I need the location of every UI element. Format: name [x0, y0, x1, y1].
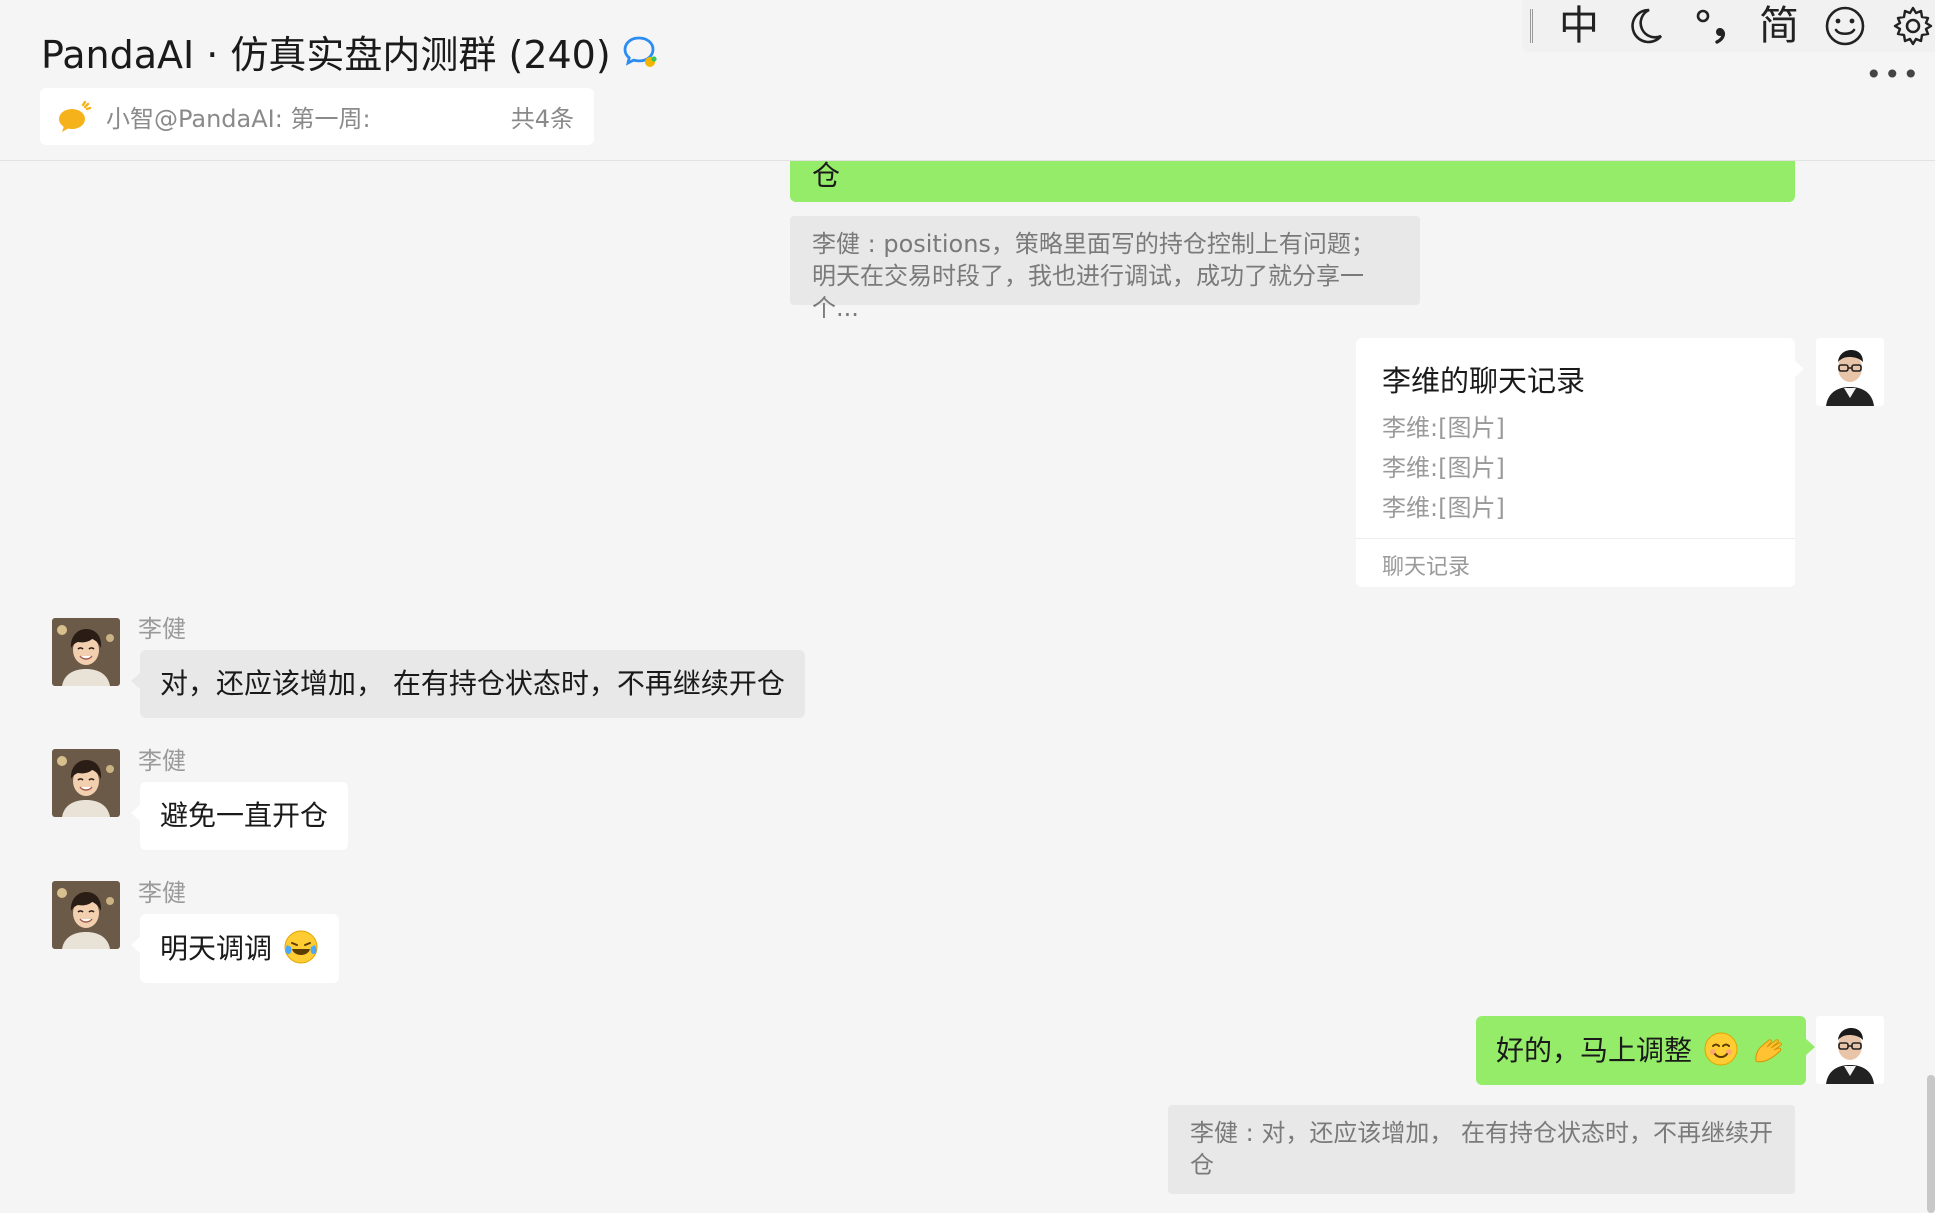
incoming-message-bubble[interactable]: 明天调调	[131, 914, 339, 983]
scrollbar[interactable]	[1927, 1075, 1935, 1213]
outgoing-message-bubble[interactable]: 好的，马上调整	[1476, 1016, 1815, 1085]
self-avatar[interactable]	[1816, 338, 1884, 406]
ime-toolbar: 中 简	[1522, 0, 1935, 52]
sender-avatar[interactable]	[52, 749, 120, 817]
self-avatar[interactable]	[1816, 1016, 1884, 1084]
chat-record-line: 李维:[图片]	[1382, 494, 1505, 522]
announcement-count: 共4条	[510, 105, 574, 133]
sender-name: 李健	[138, 879, 186, 907]
smiling-face-emoji-icon	[1704, 1032, 1738, 1066]
announcement-icon	[59, 100, 92, 132]
message-text: 明天调调	[160, 932, 273, 965]
sender-name: 李健	[138, 615, 186, 643]
group-announcement-bar[interactable]: 小智@PandaAI: 第一周: 共4条	[40, 88, 594, 145]
ime-settings-icon[interactable]	[1891, 4, 1935, 48]
message-text: 好的，马上调整	[1496, 1034, 1693, 1067]
ime-moon-icon[interactable]	[1623, 4, 1667, 48]
message-text: 对，还应该增加， 在有持仓状态时，不再继续开仓	[160, 667, 785, 700]
quoted-reply[interactable]: 李健 : positions，策略里面写的持仓控制上有问题；明天在交易时段了，我…	[790, 216, 1420, 322]
chat-record-card[interactable]: 李维的聊天记录 李维:[图片] 李维:[图片] 李维:[图片] 聊天记录	[1356, 338, 1804, 587]
chat-record-line: 李维:[图片]	[1382, 454, 1505, 482]
message-list[interactable]: 仓 李健 : positions，策略里面写的持仓控制上有问题；明天在交易时段了…	[0, 121, 1935, 1213]
wechat-window: PandaAI · 仿真实盘内测群 (240) 小智@PandaAI: 第一周:…	[0, 0, 1935, 1213]
quoted-reply[interactable]: 李健 : 对，还应该增加， 在有持仓状态时，不再继续开仓	[1168, 1105, 1795, 1194]
group-title[interactable]: PandaAI · 仿真实盘内测群 (240)	[41, 24, 611, 79]
ime-drag-handle[interactable]	[1530, 9, 1535, 43]
chat-record-line: 李维:[图片]	[1382, 414, 1505, 442]
incoming-message-bubble[interactable]: 对，还应该增加， 在有持仓状态时，不再继续开仓	[131, 650, 805, 718]
chat-record-title: 李维的聊天记录	[1382, 364, 1586, 398]
laughing-tears-emoji-icon	[284, 930, 318, 964]
ime-language-toggle[interactable]: 中	[1559, 4, 1599, 48]
ok-hand-emoji-icon	[1755, 1039, 1782, 1063]
announcement-text: 小智@PandaAI: 第一周:	[106, 105, 371, 133]
title-row: PandaAI · 仿真实盘内测群 (240)	[41, 24, 659, 79]
incoming-message-bubble[interactable]: 避免一直开仓	[130, 782, 349, 850]
ime-emoji-icon[interactable]	[1823, 4, 1867, 48]
sender-name: 李健	[138, 747, 186, 775]
more-options-icon[interactable]: •••	[1865, 58, 1921, 91]
ime-simplified-toggle[interactable]: 简	[1759, 4, 1799, 48]
sender-avatar[interactable]	[52, 618, 120, 686]
chat-record-footer: 聊天记录	[1382, 555, 1471, 580]
group-chat-icon[interactable]	[619, 32, 659, 72]
ime-punctuation-icon[interactable]	[1691, 4, 1735, 48]
message-text: 避免一直开仓	[160, 799, 329, 832]
divider	[1356, 538, 1795, 539]
sender-avatar[interactable]	[52, 881, 120, 949]
